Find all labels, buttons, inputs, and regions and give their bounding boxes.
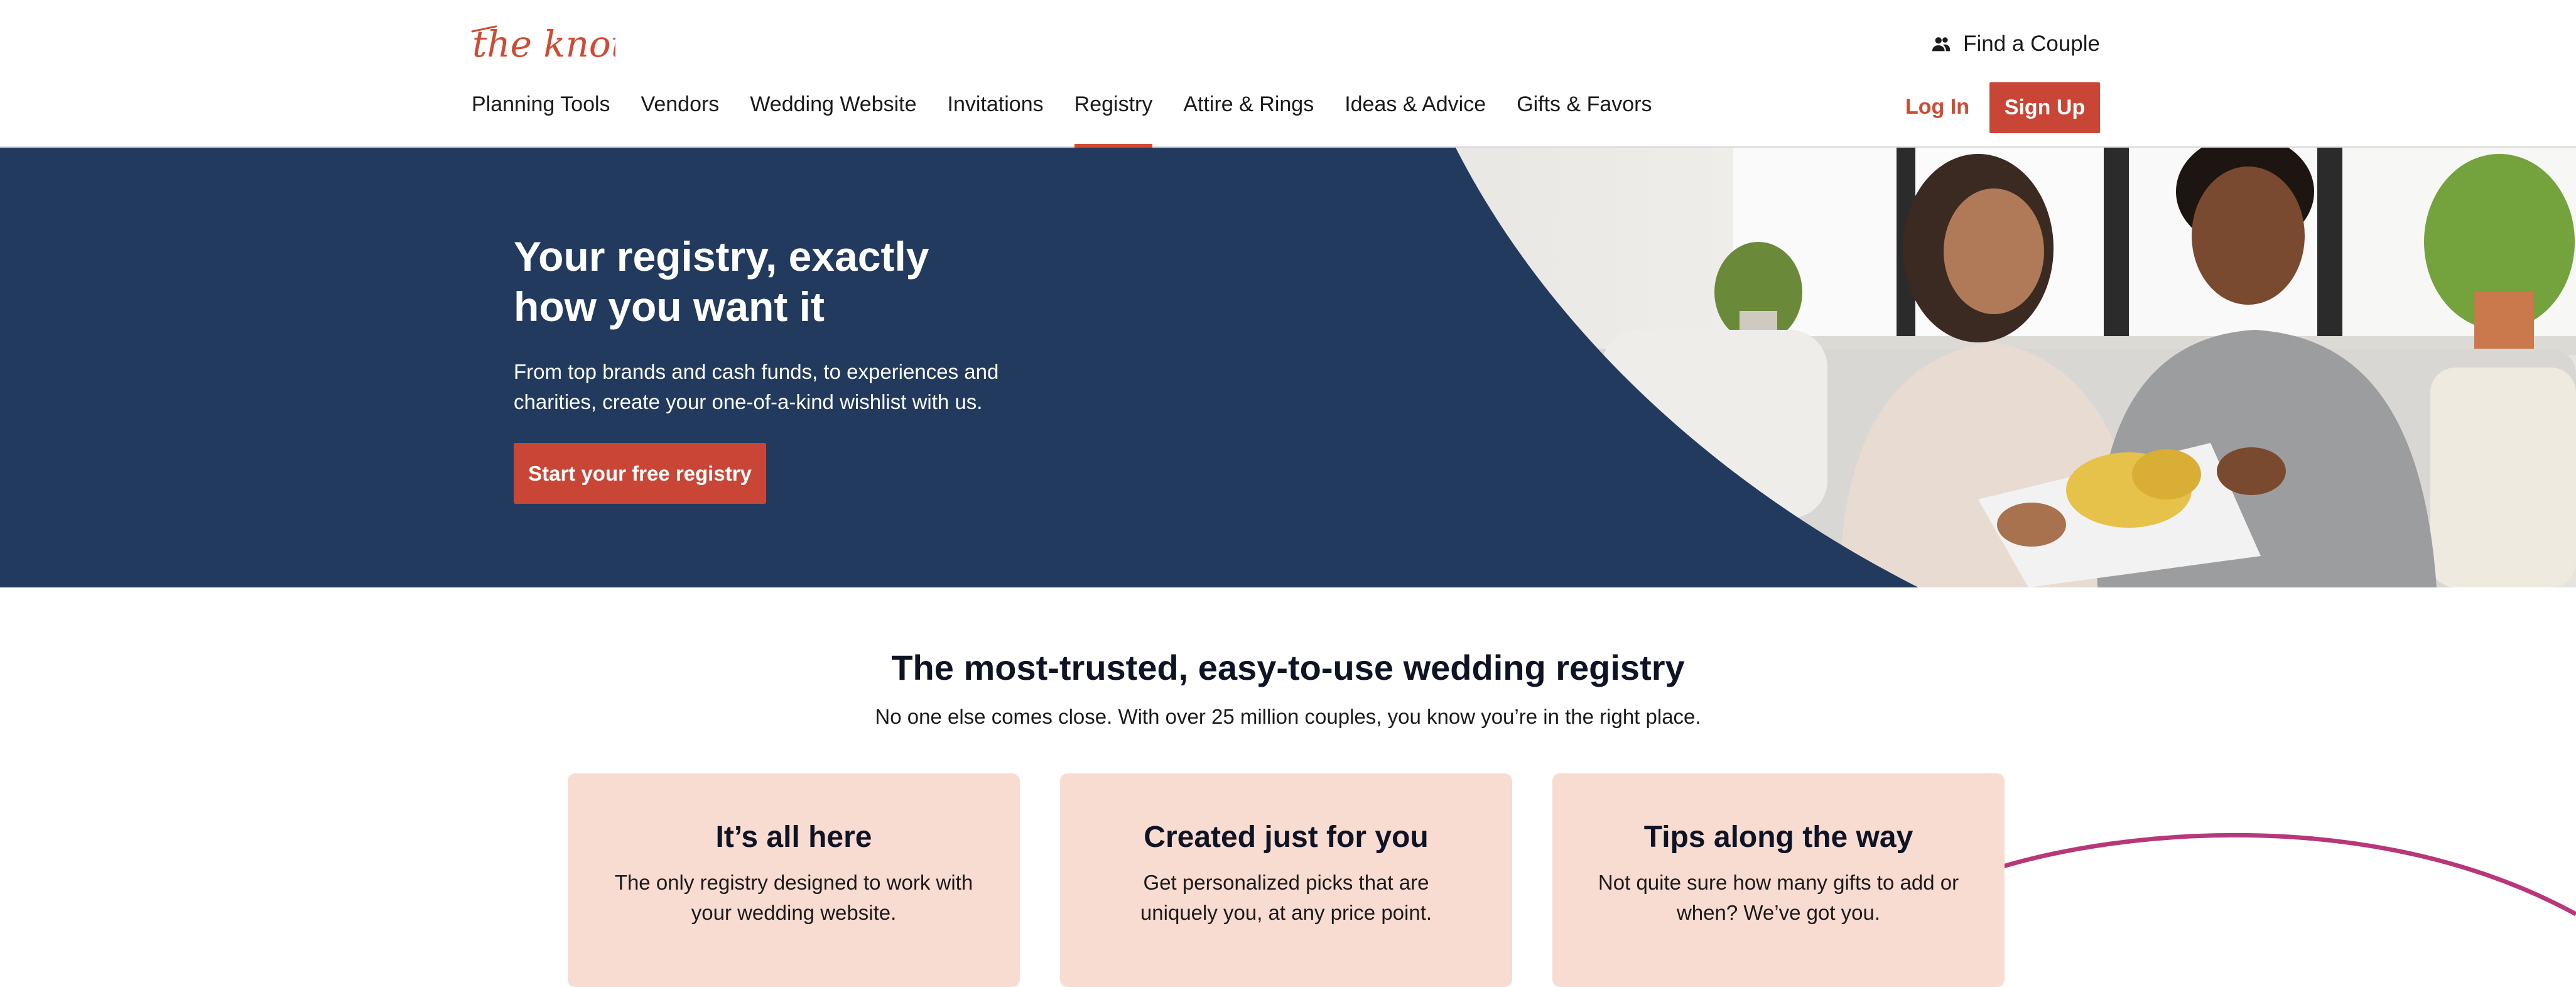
feature-card-text: Not quite sure how many gifts to add or …	[1598, 871, 1959, 924]
hero-title: Your registry, exactly how you want it	[514, 233, 929, 330]
feature-card-title: It’s all here	[715, 821, 872, 854]
feature-card: Tips along the way Not quite sure how ma…	[1552, 773, 2005, 987]
feature-card-text: The only registry designed to work with …	[614, 871, 973, 924]
the-knot-logo[interactable]: the knot	[471, 20, 615, 68]
nav-item-registry[interactable]: Registry	[1074, 88, 1152, 148]
hero-subtitle: From top brands and cash funds, to exper…	[514, 360, 999, 413]
decorative-swoosh	[1991, 832, 2576, 917]
nav-item-wedding-website[interactable]: Wedding Website	[750, 88, 916, 148]
nav-item-vendors[interactable]: Vendors	[641, 88, 720, 148]
people-icon	[1932, 37, 1951, 52]
start-registry-button[interactable]: Start your free registry	[514, 443, 766, 504]
site-header: the knot Find a Couple Planning Tools Ve…	[0, 0, 2576, 148]
feature-card-title: Tips along the way	[1643, 821, 1913, 854]
couple-opening-gift-photo	[1456, 148, 2576, 587]
nav-item-invitations[interactable]: Invitations	[948, 88, 1044, 148]
feature-card: It’s all here The only registry designed…	[568, 773, 1020, 987]
main-nav: Planning Tools Vendors Wedding Website I…	[472, 88, 1652, 148]
login-link[interactable]: Log In	[1905, 95, 1969, 119]
section-subtitle: No one else comes close. With over 25 mi…	[875, 705, 1701, 728]
svg-text:the knot: the knot	[472, 23, 615, 65]
hero-banner: Your registry, exactly how you want it F…	[0, 148, 2576, 587]
feature-card: Created just for you Get personalized pi…	[1060, 773, 1512, 987]
signup-button[interactable]: Sign Up	[1989, 82, 2100, 133]
nav-item-attire-rings[interactable]: Attire & Rings	[1183, 88, 1314, 148]
feature-card-text: Get personalized picks that are uniquely…	[1140, 871, 1432, 924]
nav-item-gifts-favors[interactable]: Gifts & Favors	[1517, 88, 1652, 148]
feature-card-title: Created just for you	[1144, 821, 1429, 854]
nav-item-ideas-advice[interactable]: Ideas & Advice	[1345, 88, 1486, 148]
find-a-couple-label: Find a Couple	[1963, 31, 2100, 56]
find-a-couple-link[interactable]: Find a Couple	[1930, 29, 2100, 59]
nav-item-planning-tools[interactable]: Planning Tools	[472, 88, 610, 148]
section-title: The most-trusted, easy-to-use wedding re…	[891, 648, 1685, 687]
